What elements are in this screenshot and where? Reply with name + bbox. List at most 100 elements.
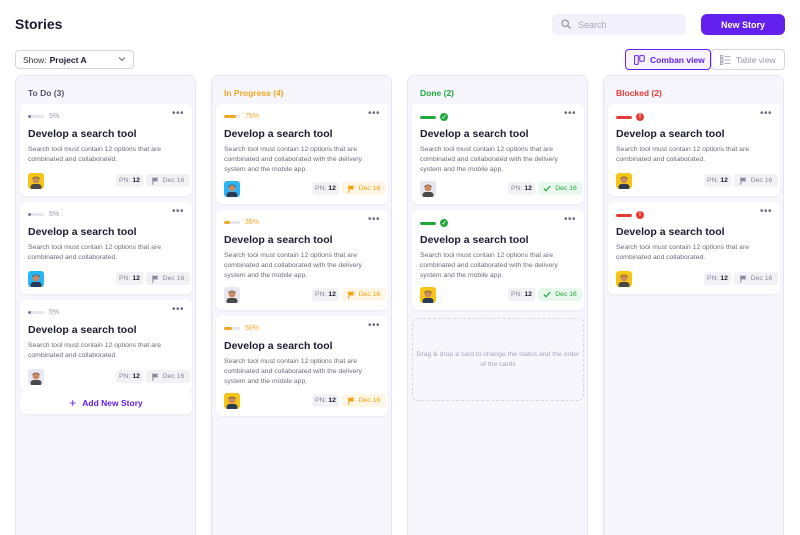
search-input[interactable] (578, 14, 682, 35)
pn-badge: PN: 12 (704, 272, 731, 285)
progress-bar (224, 327, 240, 330)
add-new-story-button[interactable]: + Add New Story (20, 391, 192, 414)
progress-bar (420, 115, 436, 119)
story-card[interactable]: 75% ••• Develop a search tool Search tool m… (216, 104, 388, 204)
pn-badge: PN: 12 (312, 394, 339, 407)
more-options-icon[interactable]: ••• (172, 108, 184, 119)
story-card[interactable]: 5% ••• Develop a search tool Search tool mu… (20, 300, 192, 392)
card-description: Search tool must contain 12 options that… (616, 146, 749, 163)
progress-bar (616, 213, 632, 217)
plus-icon: + (69, 395, 77, 410)
pn-value: 12 (132, 373, 140, 380)
comban-view-button[interactable]: Comban view (625, 49, 711, 70)
more-options-icon[interactable]: ••• (564, 214, 576, 225)
project-select[interactable]: Show: Project A (15, 50, 134, 69)
story-card[interactable]: ✓ ••• Develop a search tool Search tool mus… (412, 210, 584, 310)
flag-icon (740, 275, 747, 283)
column-2: Done (2) ✓ ••• Develop a search tool Search … (407, 75, 588, 535)
pn-badge: PN: 12 (116, 272, 143, 285)
search-icon (561, 19, 571, 29)
pn-badge: PN: 12 (312, 182, 339, 195)
page-title: Stories (15, 16, 63, 32)
avatar (224, 287, 240, 303)
table-view-button[interactable]: Table view (711, 49, 785, 70)
avatar (420, 181, 436, 197)
more-options-icon[interactable]: ••• (760, 108, 772, 119)
flag-icon (348, 397, 355, 405)
pn-label: PN: (315, 185, 327, 192)
avatar (420, 287, 436, 303)
comban-view-label: Comban view (650, 54, 705, 65)
story-card[interactable]: 50% ••• Develop a search tool Search tool m… (216, 316, 388, 416)
story-card[interactable]: 5% ••• Develop a search tool Search tool mu… (20, 202, 192, 294)
avatar (28, 271, 44, 287)
due-date-badge: Dec 16 (538, 182, 582, 195)
pn-value: 12 (328, 397, 336, 404)
flag-icon (348, 185, 355, 193)
progress-fill (224, 115, 236, 118)
progress-text: 5% (49, 113, 60, 120)
story-card[interactable]: ! ••• Develop a search tool Search tool mus… (608, 104, 780, 196)
more-options-icon[interactable]: ••• (172, 304, 184, 315)
due-date-badge: Dec 16 (734, 174, 778, 187)
due-date-badge: Dec 16 (146, 174, 190, 187)
progress-fill (28, 213, 31, 216)
more-options-icon[interactable]: ••• (564, 108, 576, 119)
column-title: To Do (3) (28, 88, 65, 98)
done-check-icon: ✓ (440, 219, 448, 227)
card-title: Develop a search tool (420, 128, 529, 140)
card-title: Develop a search tool (224, 234, 333, 246)
pn-label: PN: (707, 275, 719, 282)
project-value: Project A (49, 54, 87, 65)
avatar (616, 173, 632, 189)
progress-text: 75% (245, 113, 260, 120)
more-options-icon[interactable]: ••• (760, 206, 772, 217)
pn-value: 12 (132, 177, 140, 184)
progress-bar (28, 115, 44, 118)
card-description: Search tool must contain 12 options that… (28, 342, 161, 359)
more-options-icon[interactable]: ••• (368, 108, 380, 119)
card-description: Search tool must contain 12 options that… (28, 244, 161, 261)
pn-label: PN: (315, 291, 327, 298)
progress-indicator: 5% (28, 309, 59, 316)
card-description: Search tool must contain 12 options that… (224, 146, 362, 173)
pn-value: 12 (524, 291, 532, 298)
due-date: Dec 16 (555, 291, 577, 298)
pn-value: 12 (720, 275, 728, 282)
pn-label: PN: (511, 291, 523, 298)
progress-indicator: 5% (28, 211, 59, 218)
card-title: Develop a search tool (28, 226, 137, 238)
due-date: Dec 16 (358, 291, 381, 298)
due-date: Dec 16 (555, 185, 577, 192)
flag-icon (348, 291, 355, 299)
column-title: Done (2) (420, 88, 454, 98)
due-date: Dec 16 (162, 373, 185, 380)
progress-fill (28, 115, 31, 118)
avatar (28, 369, 44, 385)
new-story-button[interactable]: New Story (701, 14, 785, 35)
pn-badge: PN: 12 (116, 174, 143, 187)
story-card[interactable]: 5% ••• Develop a search tool Search tool mu… (20, 104, 192, 196)
due-date-badge: Dec 16 (342, 182, 386, 195)
pn-badge: PN: 12 (508, 182, 535, 195)
search-box[interactable] (552, 14, 686, 35)
more-options-icon[interactable]: ••• (368, 214, 380, 225)
top-bar: Stories New Story (0, 0, 800, 48)
more-options-icon[interactable]: ••• (172, 206, 184, 217)
progress-fill (28, 311, 31, 314)
more-options-icon[interactable]: ••• (368, 320, 380, 331)
card-description: Search tool must contain 12 options that… (420, 252, 558, 279)
drop-zone[interactable]: Drag & drop a card to change the status … (412, 318, 584, 401)
due-date: Dec 16 (358, 185, 381, 192)
progress-indicator: 5% (28, 113, 59, 120)
progress-bar (616, 115, 632, 119)
avatar (616, 271, 632, 287)
story-card[interactable]: 38% ••• Develop a search tool Search tool m… (216, 210, 388, 310)
story-card[interactable]: ✓ ••• Develop a search tool Search tool mus… (412, 104, 584, 204)
progress-indicator: ✓ (420, 219, 448, 227)
story-card[interactable]: ! ••• Develop a search tool Search tool mus… (608, 202, 780, 294)
pn-label: PN: (315, 397, 327, 404)
pn-value: 12 (328, 291, 336, 298)
pn-badge: PN: 12 (704, 174, 731, 187)
progress-fill (616, 115, 632, 119)
